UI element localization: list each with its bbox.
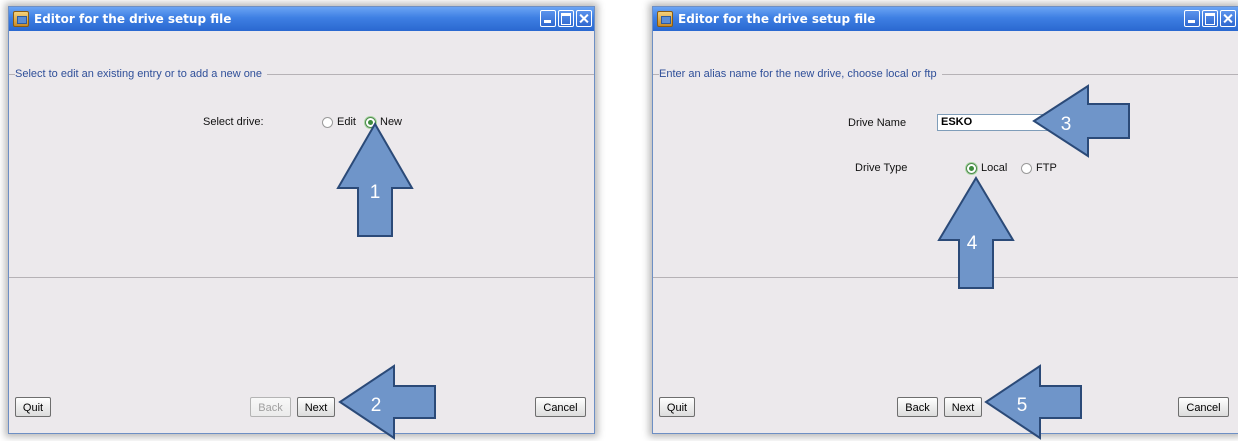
callout-number: 1 [370, 182, 381, 203]
callout-arrow-left-3: 3 [1032, 84, 1130, 158]
callout-arrow-up-4: 4 [937, 176, 1015, 289]
cancel-button[interactable]: Cancel [535, 397, 586, 417]
minimize-icon[interactable] [540, 10, 556, 27]
callout-number: 2 [371, 395, 382, 416]
cancel-button[interactable]: Cancel [1178, 397, 1229, 417]
section-title: Select to edit an existing entry or to a… [15, 68, 268, 80]
minimize-icon[interactable] [1184, 10, 1200, 27]
callout-number: 3 [1061, 114, 1072, 135]
callout-arrow-left-2: 2 [338, 364, 436, 440]
quit-button[interactable]: Quit [659, 397, 695, 417]
content-divider [9, 277, 594, 278]
drive-type-label: Drive Type [855, 162, 908, 174]
java-app-icon [13, 11, 29, 27]
callout-arrow-left-5: 5 [984, 364, 1082, 440]
title-bar[interactable]: Editor for the drive setup file [653, 7, 1238, 31]
maximize-icon[interactable] [1202, 10, 1218, 27]
quit-button[interactable]: Quit [15, 397, 51, 417]
back-button[interactable]: Back [897, 397, 938, 417]
drive-name-label: Drive Name [848, 117, 907, 129]
next-button[interactable]: Next [944, 397, 982, 417]
radio-ftp[interactable] [1021, 163, 1032, 174]
radio-local[interactable] [966, 163, 977, 174]
window-title: Editor for the drive setup file [34, 12, 232, 26]
back-button: Back [250, 397, 291, 417]
callout-arrow-up-1: 1 [336, 122, 414, 237]
java-app-icon [657, 11, 673, 27]
editor-window-1: Editor for the drive setup file Select t… [8, 6, 595, 434]
section-title: Enter an alias name for the new drive, c… [659, 68, 942, 80]
callout-number: 4 [967, 233, 978, 254]
radio-local-label[interactable]: Local [981, 162, 1007, 174]
title-bar[interactable]: Editor for the drive setup file [9, 7, 594, 31]
radio-ftp-label[interactable]: FTP [1036, 162, 1057, 174]
maximize-icon[interactable] [558, 10, 574, 27]
select-drive-label: Select drive: [203, 116, 264, 128]
next-button[interactable]: Next [297, 397, 335, 417]
close-icon[interactable] [576, 10, 592, 27]
close-icon[interactable] [1220, 10, 1236, 27]
radio-edit[interactable] [322, 117, 333, 128]
window-title: Editor for the drive setup file [678, 12, 876, 26]
callout-number: 5 [1017, 395, 1028, 416]
